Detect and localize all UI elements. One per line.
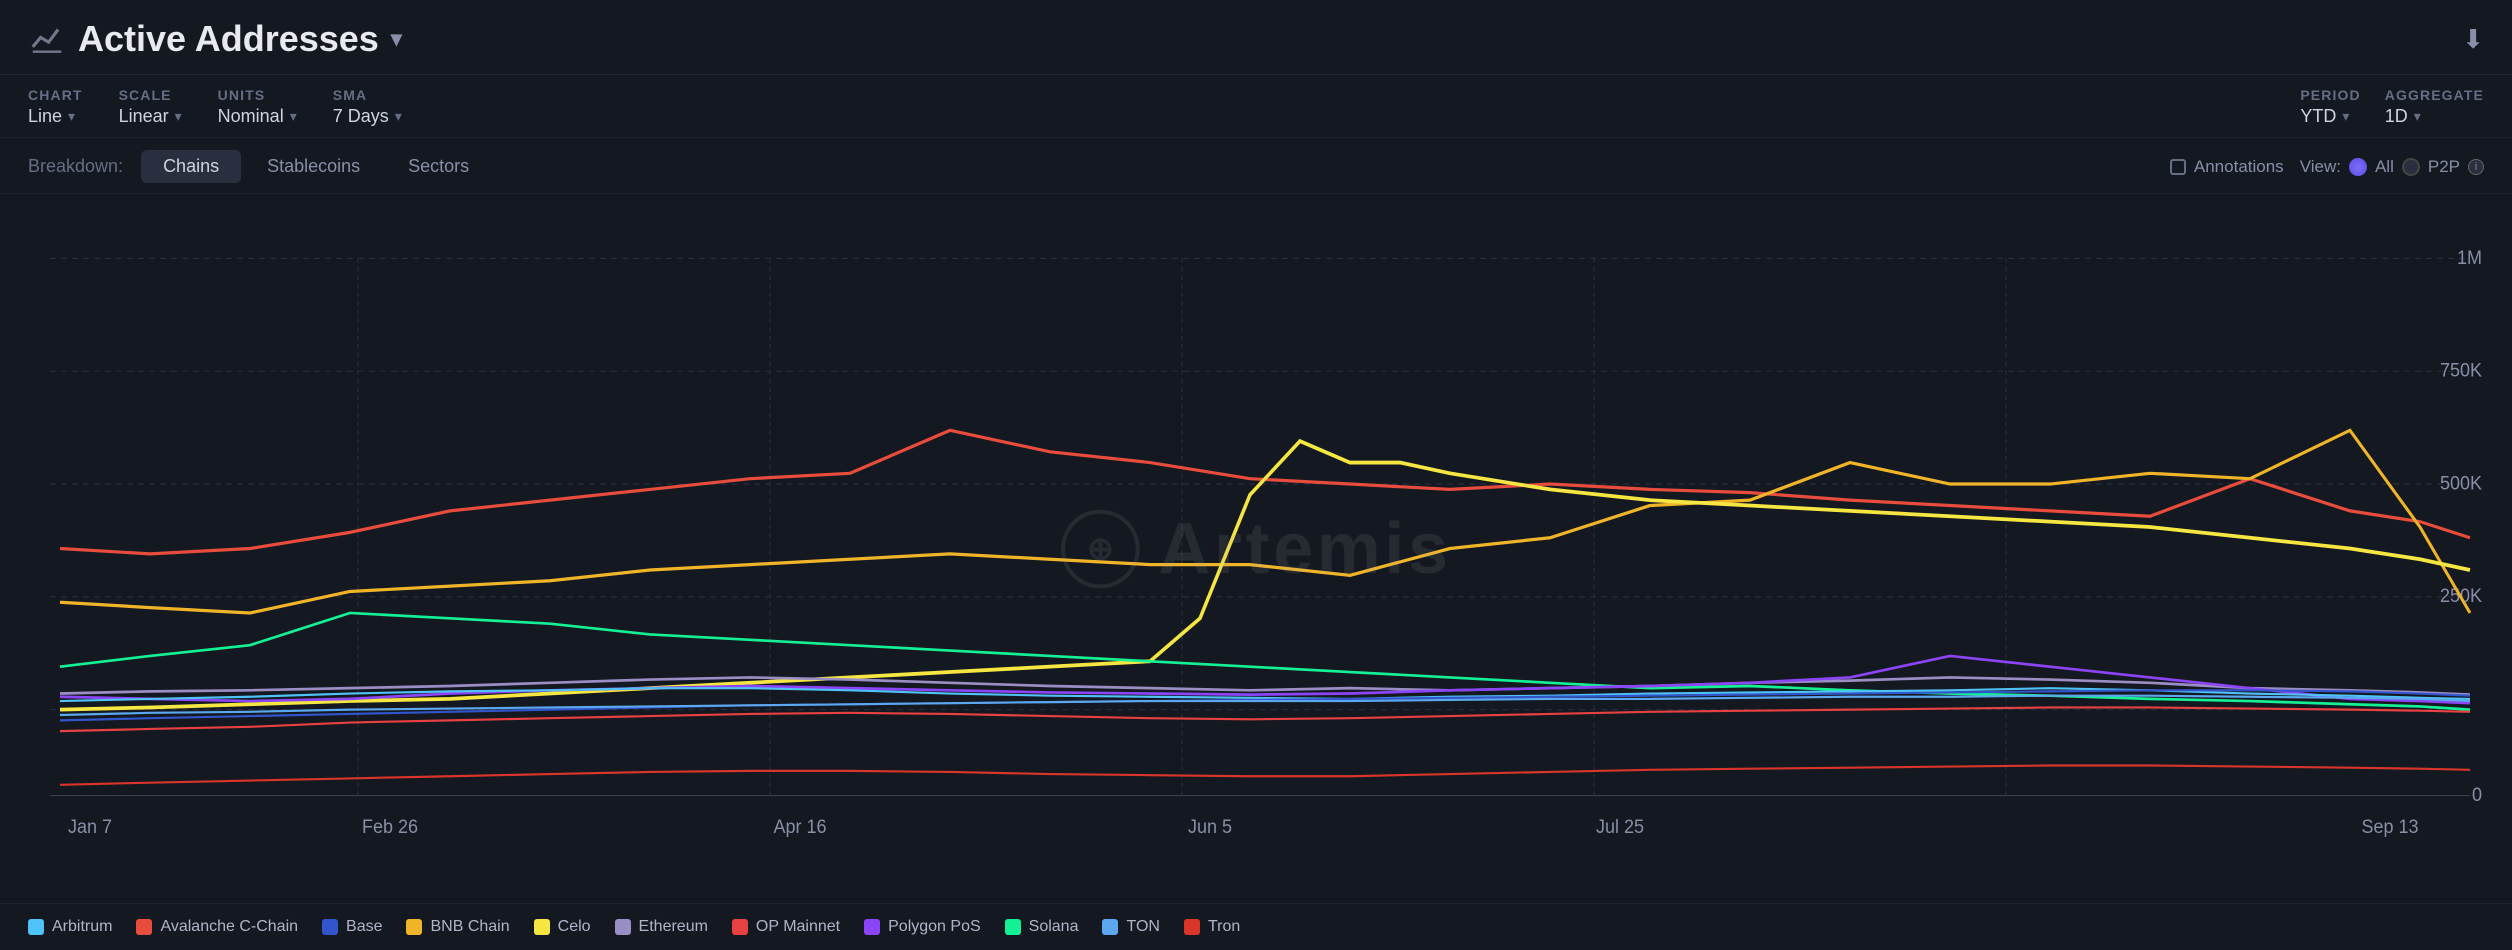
chart-icon [28,20,66,58]
annotations-toggle[interactable]: Annotations [2170,157,2284,177]
legend-item-tron[interactable]: Tron [1184,918,1240,936]
legend-color-1 [136,919,152,935]
aggregate-chevron: ▾ [2414,108,2421,125]
units-label: UNITS [218,87,297,103]
sma-select[interactable]: 7 Days ▾ [333,106,402,127]
scale-group: SCALE Linear ▾ [119,87,182,127]
scale-select[interactable]: Linear ▾ [119,106,182,127]
breakdown-sectors[interactable]: Sectors [386,150,491,183]
y-axis-0: 0 [2472,783,2482,805]
legend-color-10 [1184,919,1200,935]
units-select[interactable]: Nominal ▾ [218,106,297,127]
legend-item-arbitrum[interactable]: Arbitrum [28,918,112,936]
page-title: Active Addresses ▾ [28,18,402,60]
chart-container: ⊕ Artemis 1M [0,194,2512,903]
period-group: PERIOD YTD ▾ [2300,87,2360,127]
legend-item-solana[interactable]: Solana [1005,918,1079,936]
legend-item-ethereum[interactable]: Ethereum [615,918,708,936]
sma-chevron: ▾ [395,108,402,125]
y-axis-500k: 500K [2440,472,2483,494]
view-options: View: All P2P i [2300,157,2484,177]
legend-item-base[interactable]: Base [322,918,382,936]
view-p2p-radio[interactable] [2402,158,2420,176]
annotations-checkbox[interactable] [2170,159,2186,175]
chart-legend: Arbitrum Avalanche C-Chain Base BNB Chain Ce… [0,903,2512,950]
period-label: PERIOD [2300,87,2360,103]
x-axis-feb26: Feb 26 [362,816,418,838]
legend-color-5 [615,919,631,935]
legend-color-9 [1102,919,1118,935]
title-chevron[interactable]: ▾ [391,26,402,52]
breakdown-bar: Breakdown: Chains Stablecoins Sectors An… [0,138,2512,194]
legend-color-3 [406,919,422,935]
x-axis-jan7: Jan 7 [68,816,112,838]
chart-select[interactable]: Line ▾ [28,106,83,127]
x-axis-sep13: Sep 13 [2361,816,2418,838]
y-axis-750k: 750K [2440,359,2483,381]
legend-item-op-mainnet[interactable]: OP Mainnet [732,918,840,936]
header-left: Active Addresses ▾ [28,18,402,60]
legend-color-7 [864,919,880,935]
chart-area: ⊕ Artemis 1M [0,194,2512,903]
legend-item-avalanche-c-chain[interactable]: Avalanche C-Chain [136,918,298,936]
aggregate-group: AGGREGATE 1D ▾ [2385,87,2484,127]
p2p-info-icon[interactable]: i [2468,159,2484,175]
chart-chevron: ▾ [68,108,75,125]
breakdown-chains[interactable]: Chains [141,150,241,183]
aggregate-label: AGGREGATE [2385,87,2484,103]
scale-chevron: ▾ [175,108,182,125]
legend-color-2 [322,919,338,935]
legend-item-bnb-chain[interactable]: BNB Chain [406,918,509,936]
toolbar: CHART Line ▾ SCALE Linear ▾ UNITS Nomina… [0,75,2512,138]
legend-item-celo[interactable]: Celo [534,918,591,936]
legend-color-4 [534,919,550,935]
units-group: UNITS Nominal ▾ [218,87,297,127]
sma-group: SMA 7 Days ▾ [333,87,402,127]
legend-color-6 [732,919,748,935]
header: Active Addresses ▾ ⬇ [0,0,2512,75]
x-axis-jun5: Jun 5 [1188,816,1232,838]
breakdown-stablecoins[interactable]: Stablecoins [245,150,382,183]
legend-color-8 [1005,919,1021,935]
chart-type-group: CHART Line ▾ [28,87,83,127]
breakdown-right: Annotations View: All P2P i [2170,157,2484,177]
breakdown-label: Breakdown: [28,156,123,177]
aggregate-select[interactable]: 1D ▾ [2385,106,2484,127]
sma-label: SMA [333,87,402,103]
period-select[interactable]: YTD ▾ [2300,106,2360,127]
legend-item-polygon-pos[interactable]: Polygon PoS [864,918,981,936]
download-button[interactable]: ⬇ [2462,24,2484,55]
legend-item-ton[interactable]: TON [1102,918,1159,936]
scale-label: SCALE [119,87,182,103]
chart-label: CHART [28,87,83,103]
chart-svg: 1M 750K 500K 250K 0 Jan 7 Feb 26 Apr 16 … [0,194,2512,903]
period-chevron: ▾ [2342,108,2349,125]
legend-color-0 [28,919,44,935]
toolbar-right: PERIOD YTD ▾ AGGREGATE 1D ▾ [2300,87,2484,127]
y-axis-1m: 1M [2457,246,2482,268]
view-all-radio[interactable] [2349,158,2367,176]
x-axis-apr16: Apr 16 [773,816,826,838]
units-chevron: ▾ [290,108,297,125]
x-axis-jul25: Jul 25 [1596,816,1644,838]
